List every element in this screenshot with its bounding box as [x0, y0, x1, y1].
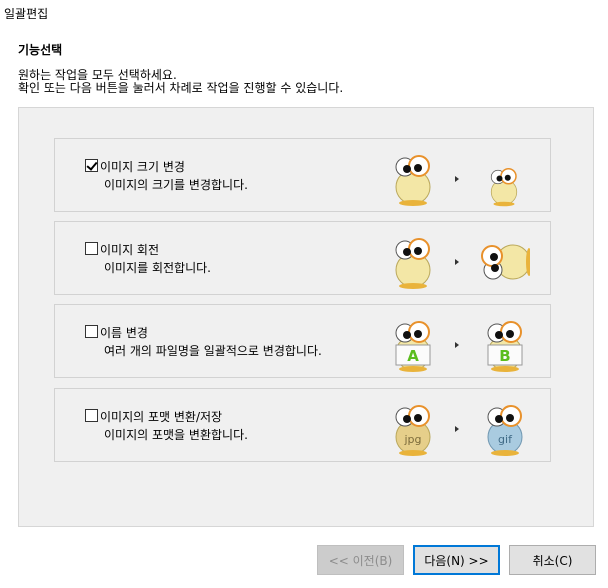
arrow-icon [455, 259, 459, 265]
option-rename[interactable]: 이름 변경 여러 개의 파일명을 일괄적으로 변경합니다. A B [54, 304, 551, 378]
next-button[interactable]: 다음(N) >> [413, 545, 500, 575]
mascot-rotated-icon [481, 244, 530, 280]
rotate-checkbox[interactable] [85, 242, 98, 255]
mascot-sign-a-icon: A [395, 321, 431, 372]
option-format-convert[interactable]: 이미지의 포맷 변환/저장 이미지의 포맷을 변환합니다. jpg gif [54, 388, 551, 462]
option-title: 이미지 크기 변경 [100, 160, 185, 174]
resize-checkbox[interactable] [85, 159, 98, 172]
arrow-icon [455, 342, 459, 348]
title-bar: 일괄편집 [0, 0, 608, 28]
arrow-icon [455, 426, 459, 432]
option-title: 이름 변경 [100, 326, 148, 340]
prev-button[interactable]: << 이전(B) [317, 545, 404, 575]
sign-a-label: A [407, 347, 419, 365]
section-title: 기능선택 [18, 43, 63, 57]
mascot-icon [395, 238, 431, 289]
cancel-button[interactable]: 취소(C) [509, 545, 596, 575]
format-convert-checkbox[interactable] [85, 409, 98, 422]
window-title: 일괄편집 [4, 7, 49, 21]
option-rotate[interactable]: 이미지 회전 이미지를 회전합니다. [54, 221, 551, 295]
description-line-2: 확인 또는 다음 버튼을 눌러서 차례로 작업을 진행할 수 있습니다. [18, 81, 344, 95]
mascot-sign-b-icon: B [487, 321, 523, 372]
option-subtitle: 여러 개의 파일명을 일괄적으로 변경합니다. [104, 344, 322, 358]
option-subtitle: 이미지의 포맷을 변환합니다. [104, 428, 248, 442]
option-subtitle: 이미지를 회전합니다. [104, 261, 211, 275]
option-title: 이미지의 포맷 변환/저장 [100, 410, 223, 424]
option-resize[interactable]: 이미지 크기 변경 이미지의 크기를 변경합니다. [54, 138, 551, 212]
mascot-gif-icon: gif [487, 405, 523, 456]
option-title: 이미지 회전 [100, 243, 160, 257]
mascot-small-icon [490, 168, 518, 207]
sign-b-label: B [499, 347, 510, 365]
mascot-large-icon [395, 155, 431, 206]
rename-checkbox[interactable] [85, 325, 98, 338]
arrow-icon [455, 176, 459, 182]
jpg-label: jpg [403, 433, 421, 446]
gif-label: gif [498, 433, 513, 446]
option-subtitle: 이미지의 크기를 변경합니다. [104, 178, 248, 192]
mascot-jpg-icon: jpg [395, 405, 431, 456]
